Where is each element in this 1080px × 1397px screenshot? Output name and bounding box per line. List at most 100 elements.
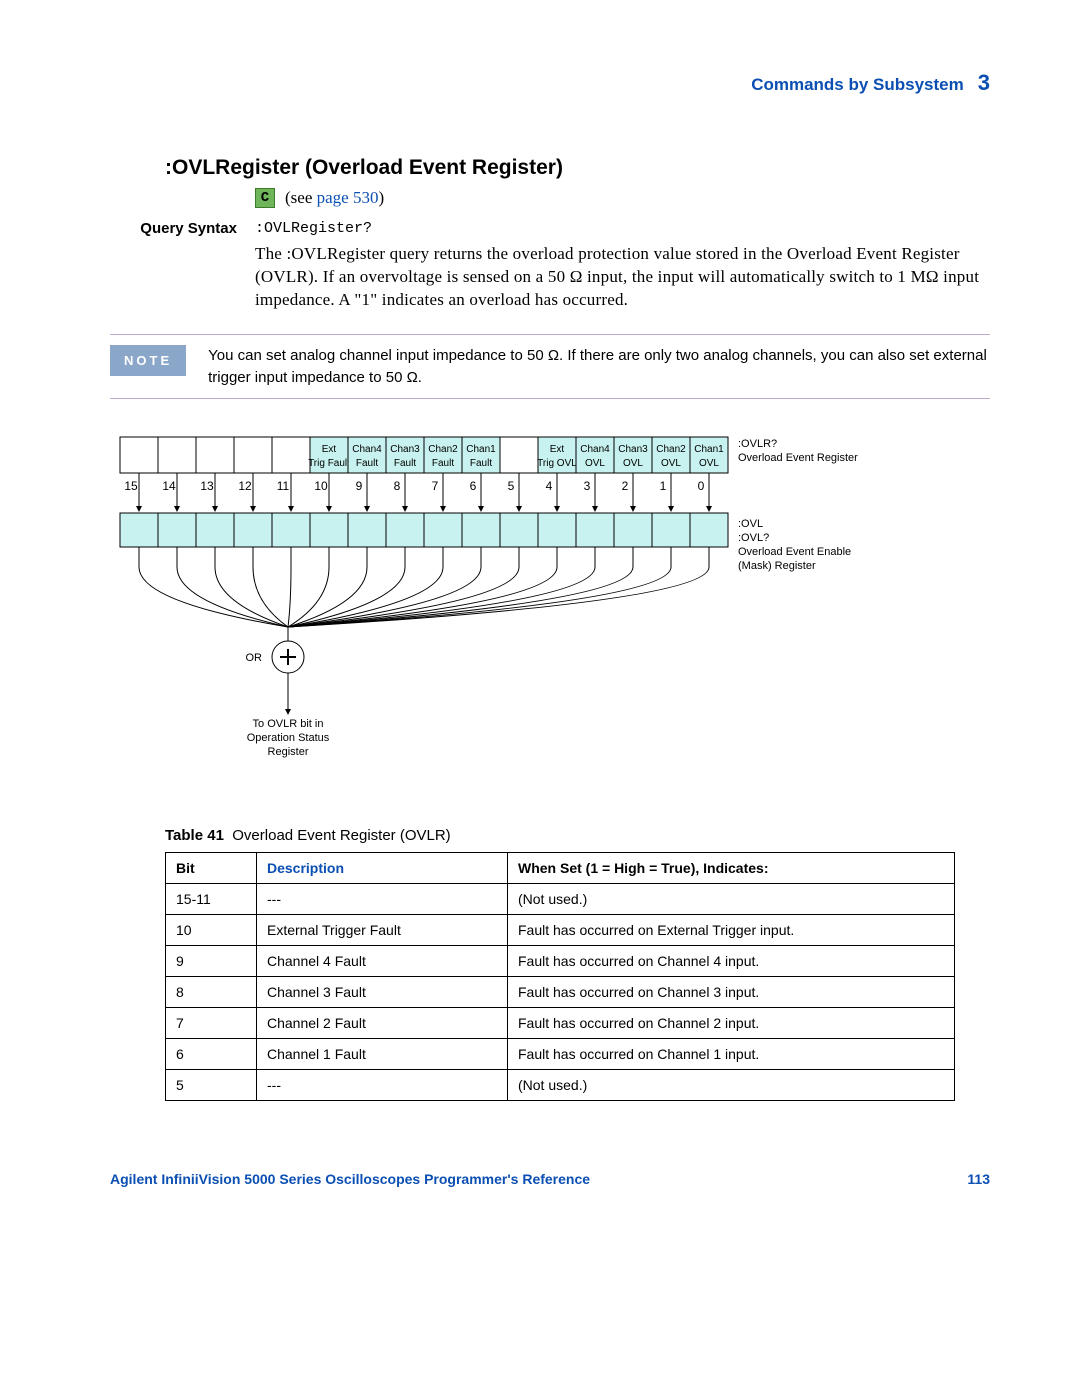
table-cell: Channel 1 Fault bbox=[257, 1039, 508, 1070]
svg-text:6: 6 bbox=[470, 479, 477, 493]
svg-text:Chan1: Chan1 bbox=[466, 444, 496, 455]
register-table: Bit Description When Set (1 = High = Tru… bbox=[165, 852, 955, 1101]
svg-text:Chan1: Chan1 bbox=[694, 444, 724, 455]
svg-text:10: 10 bbox=[314, 479, 328, 493]
table-row: 7Channel 2 FaultFault has occurred on Ch… bbox=[166, 1008, 955, 1039]
svg-text:9: 9 bbox=[356, 479, 363, 493]
svg-text:Chan3: Chan3 bbox=[618, 444, 648, 455]
svg-text:OVL: OVL bbox=[699, 458, 719, 469]
svg-text:Overload Event Register: Overload Event Register bbox=[738, 452, 858, 464]
svg-text:Fault: Fault bbox=[356, 458, 378, 469]
svg-text:(Mask) Register: (Mask) Register bbox=[738, 560, 816, 572]
register-diagram: ExtTrig FaultChan4FaultChan3FaultChan2Fa… bbox=[110, 427, 990, 787]
note-badge: NOTE bbox=[110, 345, 186, 376]
svg-text:To OVLR bit in: To OVLR bit in bbox=[253, 718, 324, 730]
svg-text:OVL: OVL bbox=[623, 458, 643, 469]
col-description: Description bbox=[257, 853, 508, 884]
svg-text:Chan4: Chan4 bbox=[580, 444, 610, 455]
see-prefix: (see bbox=[285, 188, 317, 207]
svg-text:Trig OVL: Trig OVL bbox=[537, 458, 577, 469]
table-cell: --- bbox=[257, 884, 508, 915]
table-number: Table 41 bbox=[165, 827, 224, 844]
page-title: :OVLRegister (Overload Event Register) bbox=[165, 156, 990, 180]
svg-text:Chan2: Chan2 bbox=[656, 444, 686, 455]
table-cell: (Not used.) bbox=[508, 884, 955, 915]
svg-text::OVL: :OVL bbox=[738, 518, 763, 530]
svg-text:Register: Register bbox=[268, 746, 309, 758]
table-cell: 8 bbox=[166, 977, 257, 1008]
table-caption: Table 41 Overload Event Register (OVLR) bbox=[165, 827, 990, 844]
svg-text:Fault: Fault bbox=[394, 458, 416, 469]
table-row: 9Channel 4 FaultFault has occurred on Ch… bbox=[166, 946, 955, 977]
svg-text:Ext: Ext bbox=[322, 444, 337, 455]
svg-text:3: 3 bbox=[584, 479, 591, 493]
see-page: (see page 530) bbox=[285, 188, 384, 208]
table-cell: 15-11 bbox=[166, 884, 257, 915]
svg-text:13: 13 bbox=[200, 479, 214, 493]
table-cell: Fault has occurred on Channel 3 input. bbox=[508, 977, 955, 1008]
table-row: 15-11---(Not used.) bbox=[166, 884, 955, 915]
svg-text:12: 12 bbox=[238, 479, 252, 493]
chapter-number: 3 bbox=[978, 70, 990, 96]
svg-text:OVL: OVL bbox=[661, 458, 681, 469]
common-command-icon: C bbox=[255, 188, 275, 208]
query-syntax-label: Query Syntax bbox=[110, 220, 255, 237]
page-footer: Agilent InfiniiVision 5000 Series Oscill… bbox=[110, 1171, 990, 1187]
see-suffix: ) bbox=[378, 188, 384, 207]
see-row: C (see page 530) bbox=[255, 188, 990, 208]
table-cell: (Not used.) bbox=[508, 1070, 955, 1101]
footer-page-number: 113 bbox=[967, 1171, 990, 1187]
svg-text:2: 2 bbox=[622, 479, 629, 493]
svg-text:Fault: Fault bbox=[432, 458, 454, 469]
table-cell: Channel 2 Fault bbox=[257, 1008, 508, 1039]
svg-text:Chan2: Chan2 bbox=[428, 444, 458, 455]
svg-text:Chan4: Chan4 bbox=[352, 444, 382, 455]
table-cell: Channel 4 Fault bbox=[257, 946, 508, 977]
svg-text:4: 4 bbox=[546, 479, 553, 493]
table-cell: --- bbox=[257, 1070, 508, 1101]
svg-text:8: 8 bbox=[394, 479, 401, 493]
table-cell: External Trigger Fault bbox=[257, 915, 508, 946]
table-cell: Fault has occurred on Channel 4 input. bbox=[508, 946, 955, 977]
query-syntax-row: Query Syntax :OVLRegister? The :OVLRegis… bbox=[110, 220, 990, 312]
note-block: NOTE You can set analog channel input im… bbox=[110, 334, 990, 400]
table-cell: Fault has occurred on Channel 1 input. bbox=[508, 1039, 955, 1070]
svg-text:OVL: OVL bbox=[585, 458, 605, 469]
svg-text:Chan3: Chan3 bbox=[390, 444, 420, 455]
svg-text:Trig Fault: Trig Fault bbox=[308, 458, 350, 469]
svg-text:OR: OR bbox=[246, 652, 263, 664]
svg-text:Overload Event Enable: Overload Event Enable bbox=[738, 546, 851, 558]
table-row: 5---(Not used.) bbox=[166, 1070, 955, 1101]
table-row: 10External Trigger FaultFault has occurr… bbox=[166, 915, 955, 946]
svg-text::OVLR?: :OVLR? bbox=[738, 438, 777, 450]
svg-text:15: 15 bbox=[124, 479, 138, 493]
table-cell: 9 bbox=[166, 946, 257, 977]
svg-text:Fault: Fault bbox=[470, 458, 492, 469]
col-when-set: When Set (1 = High = True), Indicates: bbox=[508, 853, 955, 884]
section-name: Commands by Subsystem bbox=[751, 75, 964, 95]
svg-text:Operation Status: Operation Status bbox=[247, 732, 330, 744]
svg-text:Ext: Ext bbox=[550, 444, 565, 455]
svg-text:7: 7 bbox=[432, 479, 439, 493]
query-paragraph: The :OVLRegister query returns the overl… bbox=[255, 243, 990, 312]
table-title: Overload Event Register (OVLR) bbox=[232, 827, 450, 844]
running-header: Commands by Subsystem 3 bbox=[110, 70, 990, 96]
query-command: :OVLRegister? bbox=[255, 220, 990, 237]
note-text: You can set analog channel input impedan… bbox=[208, 345, 990, 389]
footer-book-title: Agilent InfiniiVision 5000 Series Oscill… bbox=[110, 1171, 590, 1187]
svg-text:14: 14 bbox=[162, 479, 176, 493]
table-row: 6Channel 1 FaultFault has occurred on Ch… bbox=[166, 1039, 955, 1070]
table-cell: Fault has occurred on Channel 2 input. bbox=[508, 1008, 955, 1039]
svg-text:11: 11 bbox=[277, 479, 290, 493]
table-header-row: Bit Description When Set (1 = High = Tru… bbox=[166, 853, 955, 884]
col-bit: Bit bbox=[166, 853, 257, 884]
table-row: 8Channel 3 FaultFault has occurred on Ch… bbox=[166, 977, 955, 1008]
svg-text:5: 5 bbox=[508, 479, 515, 493]
table-cell: Channel 3 Fault bbox=[257, 977, 508, 1008]
table-cell: Fault has occurred on External Trigger i… bbox=[508, 915, 955, 946]
table-cell: 10 bbox=[166, 915, 257, 946]
table-cell: 6 bbox=[166, 1039, 257, 1070]
svg-text:1: 1 bbox=[660, 479, 667, 493]
page-link[interactable]: page 530 bbox=[317, 188, 379, 207]
table-cell: 5 bbox=[166, 1070, 257, 1101]
